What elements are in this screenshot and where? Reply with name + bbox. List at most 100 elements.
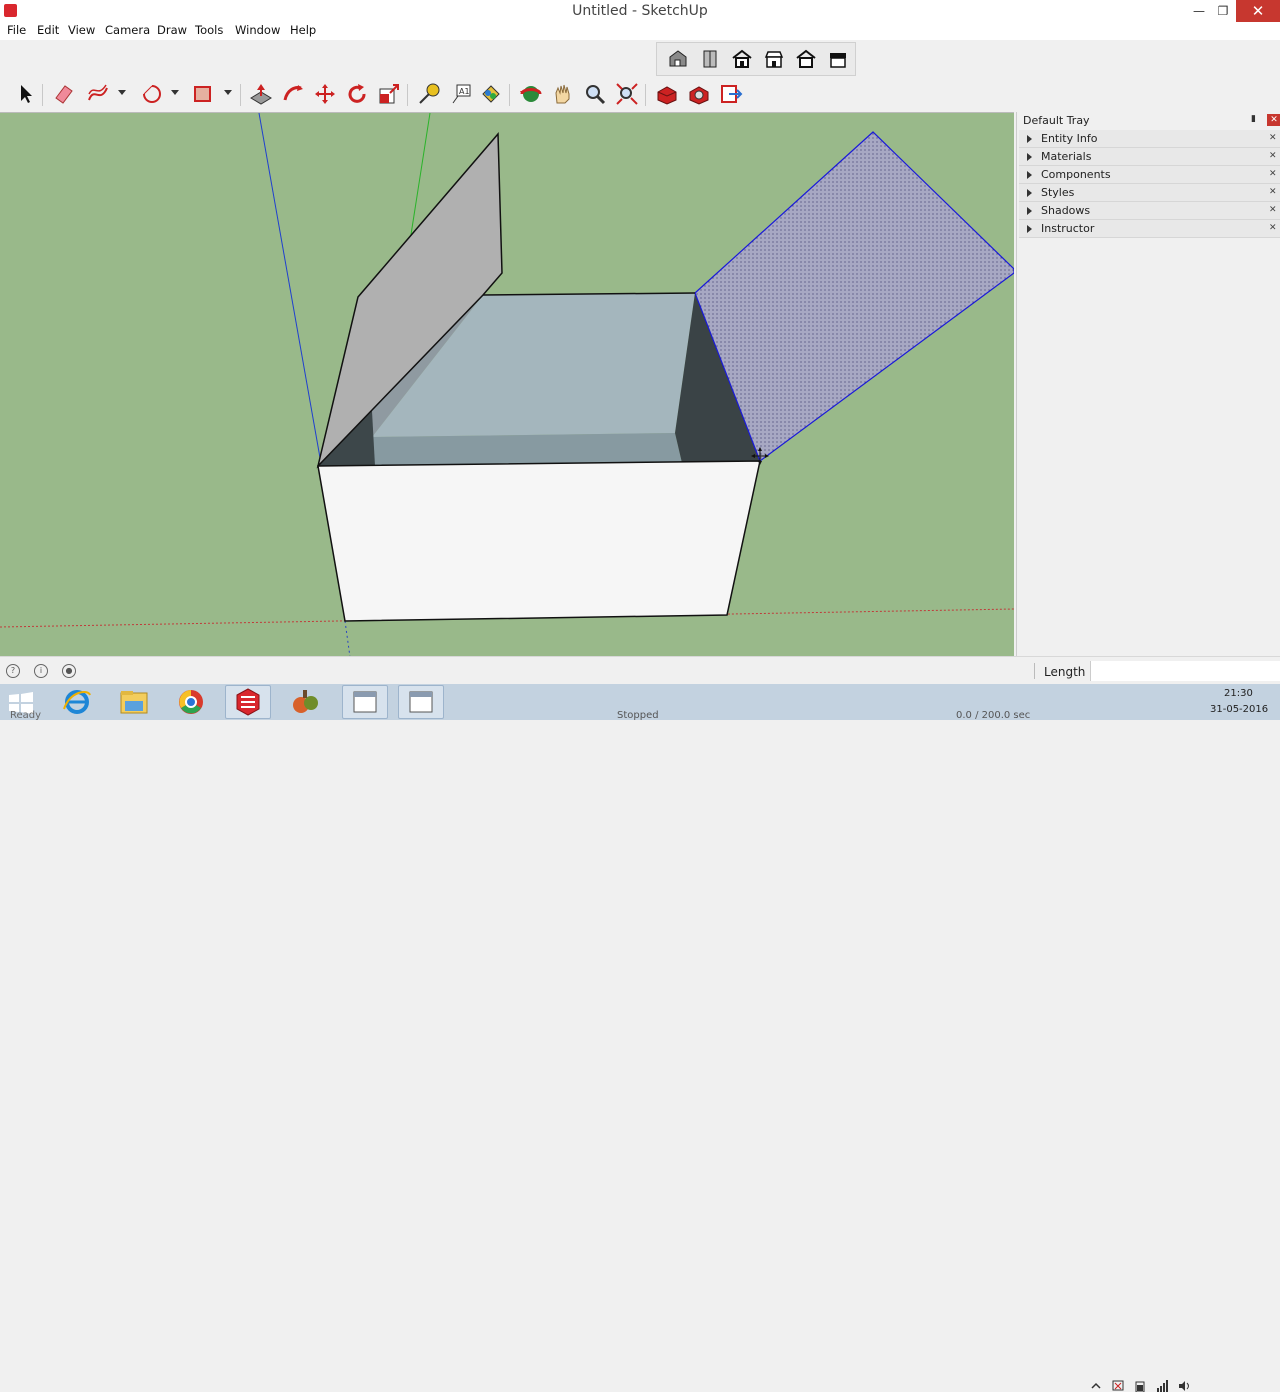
top-view-icon[interactable]	[699, 49, 721, 69]
warehouse-icon[interactable]	[655, 82, 679, 106]
box-front-face[interactable]	[317, 460, 761, 622]
panel-instructor[interactable]: Instructor ✕	[1019, 220, 1280, 238]
extension-warehouse-icon[interactable]	[687, 82, 711, 106]
expand-arrow-icon	[1027, 207, 1032, 215]
menu-draw[interactable]: Draw	[157, 23, 187, 37]
default-tray: Default Tray ▮ ✕ Entity Info ✕ Materials…	[1016, 112, 1280, 656]
send-to-layout-icon[interactable]	[719, 82, 743, 106]
toolbar-divider	[407, 84, 408, 106]
zoom-icon[interactable]	[583, 82, 607, 106]
title-bar: Untitled - SketchUp — ❐ ✕	[0, 0, 1280, 22]
freehand-dropdown[interactable]	[118, 90, 126, 95]
rectangle-icon[interactable]	[191, 82, 215, 106]
action-center-icon[interactable]	[1112, 1380, 1124, 1392]
close-icon[interactable]: ✕	[1269, 133, 1277, 143]
panel-components[interactable]: Components ✕	[1019, 166, 1280, 184]
eraser-icon[interactable]	[52, 82, 76, 106]
measurements-input[interactable]	[1090, 661, 1280, 681]
measurements-label: Length	[1044, 665, 1086, 679]
menu-help[interactable]: Help	[290, 23, 316, 37]
model-viewport[interactable]	[0, 112, 1014, 657]
select-icon[interactable]	[14, 82, 38, 106]
blue-axis	[258, 113, 323, 470]
blue-axis-dashed	[344, 620, 351, 657]
svg-text:A1: A1	[459, 87, 470, 96]
menu-window[interactable]: Window	[235, 23, 280, 37]
geolocation-icon[interactable]: ?	[6, 664, 20, 678]
status-stopped-text: Stopped	[617, 710, 659, 721]
pin-icon[interactable]: ▮	[1251, 114, 1256, 124]
tray-title: Default Tray	[1023, 114, 1090, 127]
panel-label: Shadows	[1041, 204, 1091, 217]
credits-icon[interactable]: i	[34, 664, 48, 678]
paint-bucket-icon[interactable]	[479, 82, 503, 106]
close-icon[interactable]: ✕	[1269, 205, 1277, 215]
model-canvas[interactable]	[0, 113, 1014, 657]
main-toolbar: A1	[0, 76, 1280, 185]
tape-measure-icon[interactable]	[417, 82, 441, 106]
views-toolbar	[656, 42, 856, 76]
toolbar-divider	[42, 84, 43, 106]
close-icon[interactable]: ✕	[1269, 187, 1277, 197]
panel-materials[interactable]: Materials ✕	[1019, 148, 1280, 166]
sketchup-icon	[236, 688, 260, 716]
window-icon	[353, 691, 377, 713]
right-view-icon[interactable]	[763, 49, 785, 69]
network-icon[interactable]	[1156, 1380, 1168, 1392]
status-time-text: 0.0 / 200.0 sec	[956, 710, 1031, 721]
panel-label: Styles	[1041, 186, 1075, 199]
close-button[interactable]: ✕	[1236, 0, 1280, 22]
right-flap-selected[interactable]	[694, 131, 1014, 462]
expand-arrow-icon	[1027, 171, 1032, 179]
left-view-icon[interactable]	[827, 49, 849, 69]
restore-button[interactable]: ❐	[1208, 0, 1238, 22]
clock-time[interactable]: 21:30	[1224, 688, 1253, 699]
box-floor	[368, 433, 682, 466]
status-ready-text: Ready	[10, 710, 42, 721]
close-icon[interactable]: ✕	[1269, 223, 1277, 233]
tray-close-button[interactable]: ✕	[1267, 114, 1280, 126]
app-icon[interactable]	[283, 685, 329, 719]
chrome-icon[interactable]	[168, 685, 214, 719]
follow-me-icon[interactable]	[281, 82, 305, 106]
window-title: Untitled - SketchUp	[572, 3, 708, 19]
front-view-icon[interactable]	[731, 49, 753, 69]
rectangle-dropdown[interactable]	[224, 90, 232, 95]
rotate-icon[interactable]	[345, 82, 369, 106]
close-icon[interactable]: ✕	[1269, 169, 1277, 179]
menu-camera[interactable]: Camera	[105, 23, 150, 37]
pan-icon[interactable]	[551, 82, 575, 106]
user-account-icon[interactable]: ●	[62, 664, 76, 678]
menu-file[interactable]: File	[7, 23, 26, 37]
orbit-icon[interactable]	[519, 82, 543, 106]
toolbar-divider	[240, 84, 241, 106]
arc-icon[interactable]	[140, 82, 164, 106]
panel-shadows[interactable]: Shadows ✕	[1019, 202, 1280, 220]
internet-explorer-icon[interactable]	[54, 685, 100, 719]
battery-icon[interactable]	[1134, 1380, 1146, 1392]
expand-arrow-icon	[1027, 189, 1032, 197]
volume-icon[interactable]	[1178, 1380, 1190, 1392]
clock-date[interactable]: 31-05-2016	[1210, 704, 1268, 715]
push-pull-icon[interactable]	[249, 82, 273, 106]
panel-styles[interactable]: Styles ✕	[1019, 184, 1280, 202]
zoom-extents-icon[interactable]	[615, 82, 639, 106]
menu-edit[interactable]: Edit	[37, 23, 59, 37]
scale-icon[interactable]	[377, 82, 401, 106]
panel-entity-info[interactable]: Entity Info ✕	[1019, 130, 1280, 148]
toolbar-divider	[645, 84, 646, 106]
freehand-icon[interactable]	[86, 82, 110, 106]
show-hidden-icons-icon[interactable]	[1090, 1380, 1102, 1392]
text-icon[interactable]: A1	[449, 82, 473, 106]
expand-arrow-icon	[1027, 225, 1032, 233]
panel-label: Materials	[1041, 150, 1092, 163]
move-icon[interactable]	[313, 82, 337, 106]
back-view-icon[interactable]	[795, 49, 817, 69]
menu-view[interactable]: View	[68, 23, 95, 37]
expand-arrow-icon	[1027, 135, 1032, 143]
close-icon[interactable]: ✕	[1269, 151, 1277, 161]
menu-tools[interactable]: Tools	[195, 23, 223, 37]
arc-dropdown[interactable]	[171, 90, 179, 95]
iso-view-icon[interactable]	[667, 49, 689, 69]
file-explorer-icon[interactable]	[111, 685, 157, 719]
